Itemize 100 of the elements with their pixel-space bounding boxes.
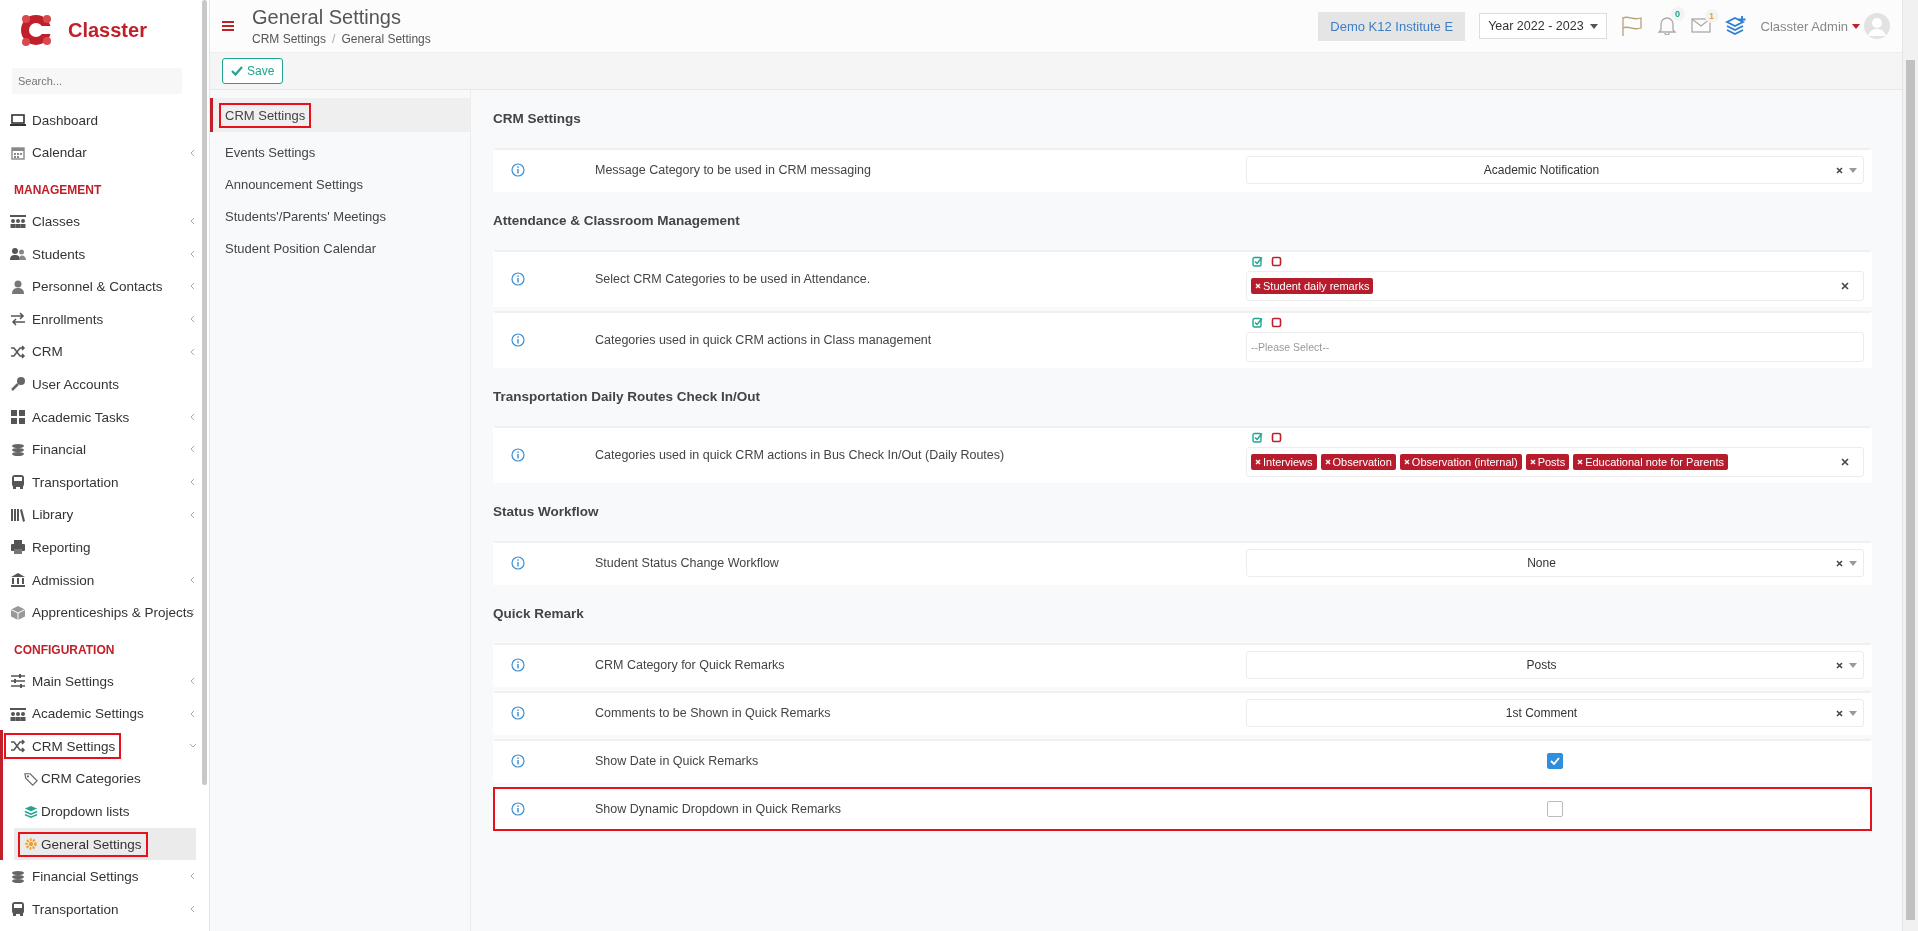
sidebar-item[interactable]: Academic Settings [4,700,150,727]
settings-tab[interactable]: CRM Settings [210,98,470,132]
settings-tab[interactable]: Students'/Parents' Meetings [210,200,470,232]
tag-chip[interactable]: Observation [1320,454,1396,470]
remove-icon[interactable] [1324,459,1331,465]
select-dropdown[interactable]: 1st Comment [1246,699,1864,727]
check-square-icon[interactable] [1252,256,1263,267]
scrollbar-thumb[interactable] [1906,60,1915,920]
caret-icon [1849,560,1857,566]
square-icon[interactable] [1271,317,1282,328]
breadcrumb-link[interactable]: General Settings [341,32,431,46]
select-dropdown[interactable]: None [1246,549,1864,577]
clear-icon[interactable] [1836,661,1843,669]
search-field[interactable]: Search... [12,68,182,94]
remove-icon[interactable] [1255,459,1261,465]
sidebar-item[interactable]: Personnel & Contacts [4,273,169,300]
bell-icon[interactable] [1656,14,1677,35]
sidebar-item[interactable]: Students [4,241,92,268]
setting-label: Categories used in quick CRM actions in Class management [595,332,933,347]
sidebar-item[interactable]: Academic Tasks [4,404,136,431]
info-icon[interactable] [511,271,525,286]
sidebar-item[interactable]: Calendar [4,139,93,166]
clear-icon[interactable] [1836,166,1843,174]
check-square-icon[interactable] [1252,317,1263,328]
settings-tab[interactable]: Student Position Calendar [210,232,470,264]
remove-icon[interactable] [1529,459,1536,465]
sidebar-item[interactable]: Transportation [4,896,125,923]
settings-tab[interactable]: Announcement Settings [210,168,470,200]
sidebar-subitem[interactable]: Dropdown lists [18,799,136,825]
breadcrumb-link[interactable]: CRM Settings [252,32,327,46]
multiselect-field[interactable]: Interviews Observation Observation (internal) Posts Educational note for Parents [1246,447,1864,477]
laptop-icon [10,112,26,129]
info-icon[interactable] [511,332,525,347]
sidebar-item[interactable]: CRM [4,338,69,365]
caret-icon[interactable] [1852,23,1860,29]
check-icon [231,66,243,76]
setting-label: Categories used in quick CRM actions in Bus Check In/Out (Daily Routes) [595,447,1006,462]
sidebar-item[interactable]: CRM Settings [4,733,122,760]
sidebar-item[interactable]: Apprenticeships & Projects [4,599,200,626]
scrollbar-thumb[interactable] [202,0,207,785]
clear-icon[interactable] [1841,458,1849,466]
sidebar-item[interactable]: User Accounts [4,371,126,398]
caret-icon [1849,167,1857,173]
settings-tab[interactable]: Events Settings [210,136,470,168]
flag-icon[interactable] [1620,16,1643,36]
sidebar-item[interactable]: Admission [4,567,101,593]
menu-icon[interactable] [222,20,234,32]
setting-label: CRM Category for Quick Remarks [595,658,786,672]
tag-chip[interactable]: Posts [1525,454,1570,470]
remove-icon[interactable] [1403,459,1410,465]
user-name[interactable]: Classter Admin [1760,18,1848,34]
clear-icon[interactable] [1836,559,1843,567]
tag-chip[interactable]: Observation (internal) [1399,454,1522,470]
info-icon[interactable] [511,163,525,177]
books-icon [10,506,26,523]
layers-icon [24,804,38,819]
sidebar-item[interactable]: Reporting [4,534,97,561]
select-dropdown[interactable]: Academic Notification [1246,156,1864,184]
check-square-icon[interactable] [1252,432,1263,443]
setting-label: Show Dynamic Dropdown in Quick Remarks [595,802,842,816]
select-dropdown[interactable]: Posts [1246,651,1864,679]
sidebar-subitem[interactable]: General Settings [18,831,148,857]
sidebar-item[interactable]: Classes [4,208,86,235]
multiselect-field[interactable]: Student daily remarks [1246,271,1864,301]
info-icon[interactable] [511,754,525,768]
info-icon[interactable] [511,658,525,672]
group-icon [10,705,26,722]
sidebar-subitem[interactable]: CRM Categories [18,766,147,792]
info-icon[interactable] [511,447,525,462]
sidebar-item[interactable]: Financial [4,436,93,463]
sidebar-item[interactable]: Transportation [4,469,125,496]
sidebar-item[interactable]: Dashboard [4,107,105,134]
tag-chip[interactable]: Educational note for Parents [1573,454,1728,470]
checkbox[interactable] [1547,801,1563,817]
envelope-icon[interactable] [1690,16,1711,33]
square-icon[interactable] [1271,256,1282,267]
layers-plus-icon[interactable] [1724,16,1747,36]
clear-icon[interactable] [1836,709,1843,717]
sidebar-item[interactable]: Enrollments [4,306,110,333]
sidebar-item[interactable]: Financial Settings [4,863,145,890]
clear-icon[interactable] [1841,282,1849,290]
sidebar-item[interactable]: Library [4,501,80,528]
message-count: 1 [1704,8,1719,23]
section-title: CRM Settings [493,110,582,128]
user-icon [10,278,26,295]
coins-icon [10,441,26,458]
checkbox[interactable] [1547,753,1563,769]
tag-chip[interactable]: Interviews [1251,454,1317,470]
tag-chip[interactable]: Student daily remarks [1251,278,1374,294]
remove-icon[interactable] [1577,459,1584,465]
square-icon[interactable] [1271,432,1282,443]
info-icon[interactable] [511,556,525,570]
sidebar-item[interactable]: Main Settings [4,668,120,695]
remove-icon[interactable] [1255,283,1261,289]
key-icon [10,376,26,393]
printer-icon [10,539,26,556]
info-icon[interactable] [511,802,525,816]
info-icon[interactable] [511,706,525,720]
gear-icon [24,837,38,852]
year-dropdown[interactable]: Year 2022 - 2023 [1479,13,1607,39]
